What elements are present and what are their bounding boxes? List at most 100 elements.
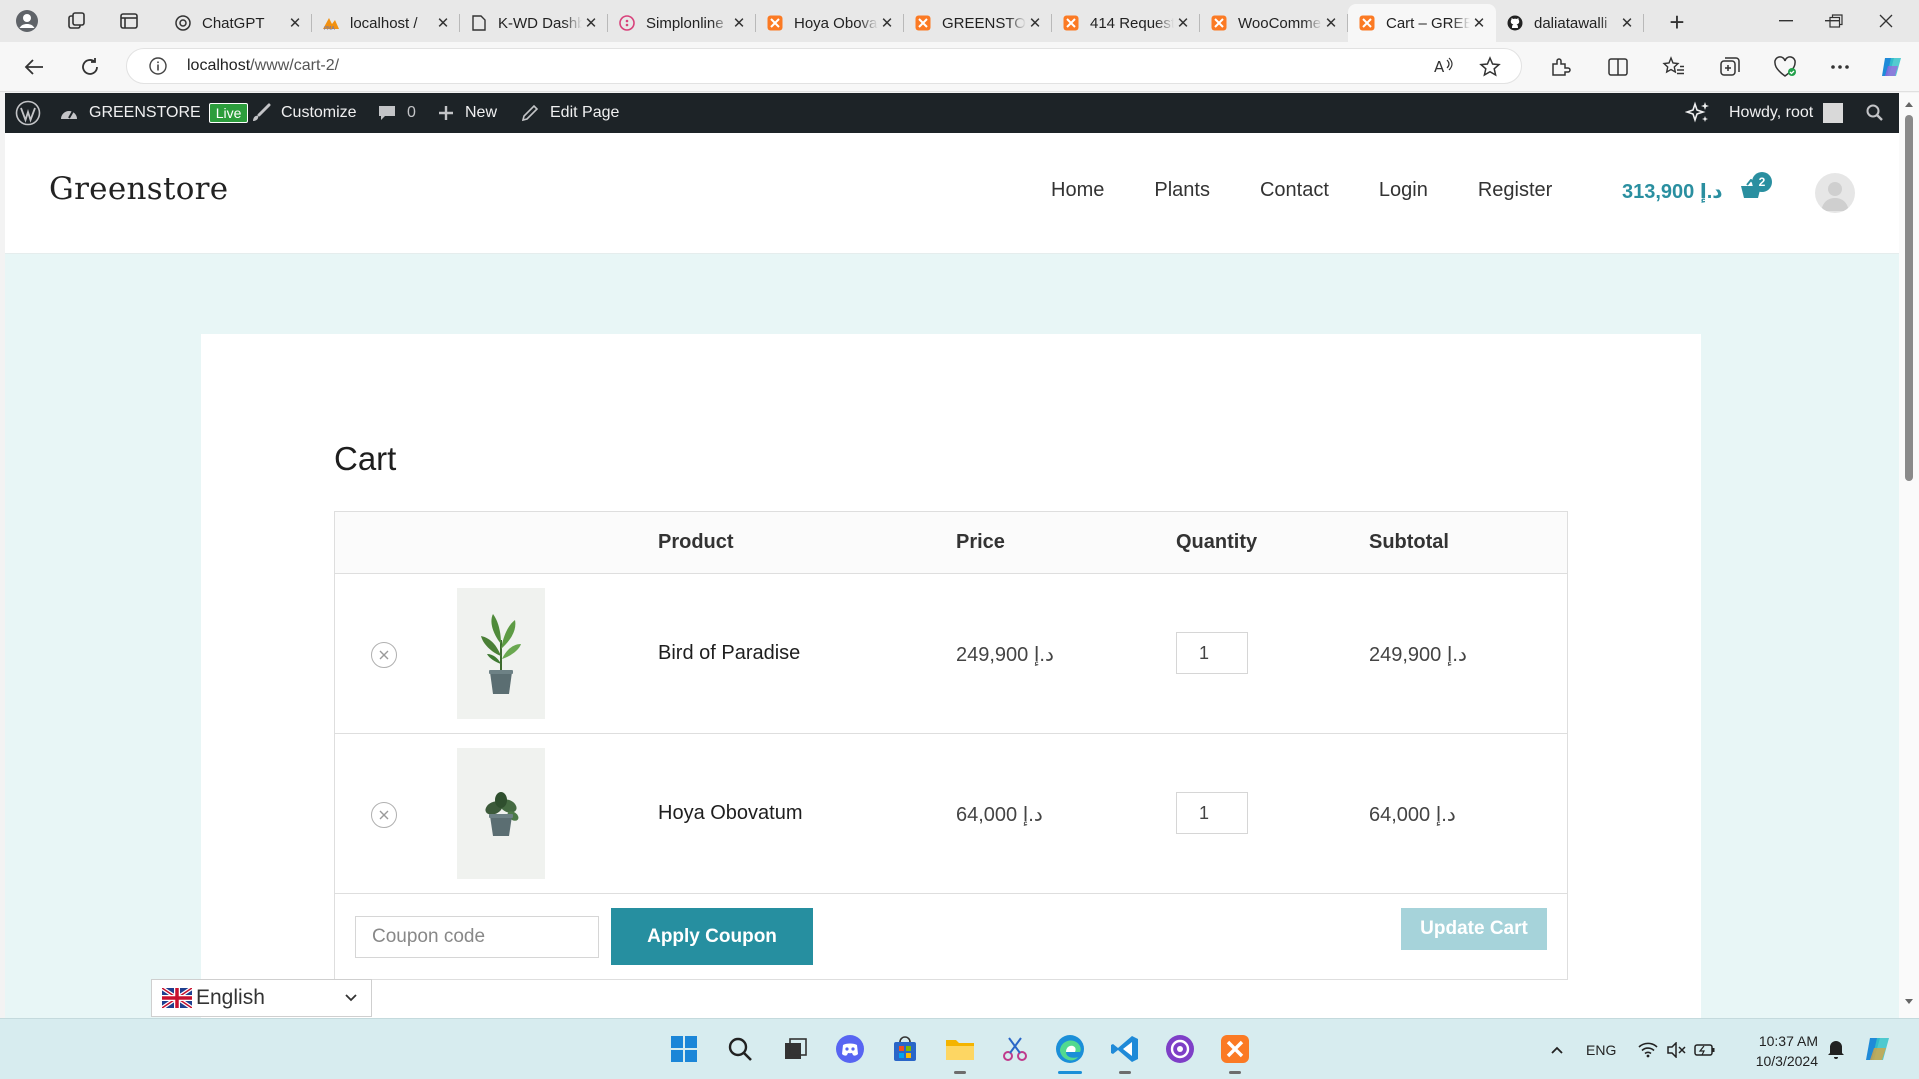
product-thumbnail-bird-of-paradise[interactable]	[457, 588, 545, 719]
tab-chatgpt[interactable]: ChatGPT ✕	[164, 4, 312, 42]
tab-title: 414 Request	[1090, 14, 1174, 32]
site-info-icon[interactable]	[149, 57, 167, 75]
microsoft-store-icon[interactable]	[889, 1033, 921, 1065]
site-logo[interactable]: Greenstore	[49, 171, 228, 207]
back-button[interactable]	[20, 53, 48, 81]
scroll-thumb[interactable]	[1905, 115, 1913, 481]
admin-search-icon[interactable]	[1865, 93, 1885, 133]
customize-link[interactable]: Customize	[251, 93, 357, 133]
read-aloud-icon[interactable]: A	[1433, 56, 1455, 76]
file-explorer-icon[interactable]	[944, 1033, 976, 1065]
github-desktop-icon[interactable]	[1164, 1033, 1196, 1065]
browser-essentials-icon[interactable]	[1771, 53, 1799, 81]
xampp-icon[interactable]	[1219, 1033, 1251, 1065]
product-name-link[interactable]: Bird of Paradise	[658, 642, 800, 665]
close-tab-icon[interactable]: ✕	[1322, 14, 1340, 32]
more-options-icon[interactable]	[1826, 53, 1854, 81]
remove-x-icon	[379, 650, 389, 660]
favorites-icon[interactable]	[1660, 53, 1688, 81]
workspaces-icon[interactable]	[64, 8, 90, 34]
split-screen-icon[interactable]	[1604, 53, 1632, 81]
update-cart-button[interactable]: Update Cart	[1401, 908, 1547, 950]
edit-page-link[interactable]: Edit Page	[520, 93, 619, 133]
input-language-indicator[interactable]: ENG	[1586, 1042, 1616, 1058]
tab-woocommerce[interactable]: WooCommerce ✕	[1200, 4, 1348, 42]
close-tab-icon[interactable]: ✕	[1174, 14, 1192, 32]
close-tab-icon[interactable]: ✕	[434, 14, 452, 32]
vertical-tabs-icon[interactable]	[116, 8, 142, 34]
tab-cart-active[interactable]: Cart – GREENSTORE ✕	[1348, 4, 1496, 42]
comments-count: 0	[407, 104, 416, 121]
volume-muted-icon[interactable]	[1666, 1041, 1686, 1058]
wordpress-logo-icon[interactable]	[15, 93, 41, 133]
close-tab-icon[interactable]: ✕	[1026, 14, 1044, 32]
vscode-icon[interactable]	[1109, 1033, 1141, 1065]
tab-title: WooCommerce	[1238, 14, 1322, 32]
tab-greenstore[interactable]: GREENSTORE ✕	[904, 4, 1052, 42]
product-subtotal: د.إ 249,900	[1369, 644, 1467, 666]
remove-item-button[interactable]	[371, 802, 397, 828]
task-view-icon[interactable]	[779, 1033, 811, 1065]
quantity-input[interactable]: 1	[1176, 792, 1248, 834]
nav-login[interactable]: Login	[1379, 179, 1428, 202]
discord-icon[interactable]	[834, 1033, 866, 1065]
new-tab-button[interactable]: +	[1663, 7, 1691, 37]
column-subtotal: Subtotal	[1369, 531, 1449, 553]
tab-phpmyadmin[interactable]: PMA localhost / ✕	[312, 4, 460, 42]
cart-row: Bird of Paradise د.إ 249,900 1 د.إ 249,9…	[335, 574, 1567, 734]
copilot-icon[interactable]	[1878, 53, 1906, 81]
coupon-code-input[interactable]: Coupon code	[355, 916, 599, 958]
tab-simplonline[interactable]: Simplonline ✕	[608, 4, 756, 42]
close-tab-icon[interactable]: ✕	[1470, 14, 1488, 32]
nav-plants[interactable]: Plants	[1154, 179, 1210, 202]
tab-github[interactable]: daliatawalli ✕	[1496, 4, 1644, 42]
tab-414-request[interactable]: 414 Request ✕	[1052, 4, 1200, 42]
favorite-star-icon[interactable]	[1479, 56, 1501, 78]
page-scrollbar[interactable]	[1899, 93, 1919, 1018]
tab-hoya-obovatum[interactable]: Hoya Obovatum ✕	[756, 4, 904, 42]
close-window-button[interactable]	[1863, 6, 1909, 36]
close-tab-icon[interactable]: ✕	[730, 14, 748, 32]
site-name-menu[interactable]: GREENSTORE Live	[59, 93, 249, 133]
profile-icon[interactable]	[14, 8, 40, 34]
product-thumbnail-hoya-obovatum[interactable]	[457, 748, 545, 879]
minimize-window-button[interactable]	[1763, 6, 1809, 36]
reload-button[interactable]	[76, 53, 104, 81]
nav-register[interactable]: Register	[1478, 179, 1552, 202]
close-tab-icon[interactable]: ✕	[286, 14, 304, 32]
wifi-icon[interactable]	[1638, 1042, 1658, 1058]
close-tab-icon[interactable]: ✕	[582, 14, 600, 32]
chevron-up-icon[interactable]	[1550, 1045, 1564, 1055]
close-tab-icon[interactable]: ✕	[1618, 14, 1636, 32]
address-bar[interactable]: localhost/www/cart-2/ A	[126, 48, 1522, 84]
column-price: Price	[956, 531, 1005, 553]
battery-charging-icon[interactable]	[1694, 1043, 1716, 1057]
header-cart-total[interactable]: د.إ 313,900	[1622, 179, 1723, 204]
ai-sparkle-icon[interactable]	[1685, 93, 1711, 133]
nav-contact[interactable]: Contact	[1260, 179, 1329, 202]
search-icon[interactable]	[724, 1033, 756, 1065]
collections-icon[interactable]	[1716, 53, 1744, 81]
language-switcher[interactable]: English	[151, 979, 372, 1017]
quantity-input[interactable]: 1	[1176, 632, 1248, 674]
edge-browser-icon[interactable]	[1054, 1033, 1086, 1065]
system-clock[interactable]: 10:37 AM 10/3/2024	[1744, 1031, 1818, 1071]
extensions-icon[interactable]	[1546, 53, 1574, 81]
close-tab-icon[interactable]: ✕	[878, 14, 896, 32]
start-menu-icon[interactable]	[668, 1033, 700, 1065]
product-name-link[interactable]: Hoya Obovatum	[658, 802, 803, 825]
nav-home[interactable]: Home	[1051, 179, 1104, 202]
remove-item-button[interactable]	[371, 642, 397, 668]
apply-coupon-button[interactable]: Apply Coupon	[611, 908, 813, 965]
tab-title: Simplonline	[646, 14, 724, 32]
restore-down-button[interactable]	[1813, 6, 1859, 36]
copilot-taskbar-icon[interactable]	[1862, 1033, 1894, 1065]
new-content-menu[interactable]: New	[437, 93, 497, 133]
my-account-menu[interactable]: Howdy, root	[1729, 93, 1844, 133]
user-avatar[interactable]	[1815, 173, 1855, 213]
tab-kwd-dashboard[interactable]: K-WD Dashboard ✕	[460, 4, 608, 42]
notification-bell-icon[interactable]	[1820, 1033, 1852, 1065]
comments-link[interactable]: 0	[377, 93, 416, 133]
chatgpt-icon	[174, 14, 192, 32]
snipping-tool-icon[interactable]	[999, 1033, 1031, 1065]
